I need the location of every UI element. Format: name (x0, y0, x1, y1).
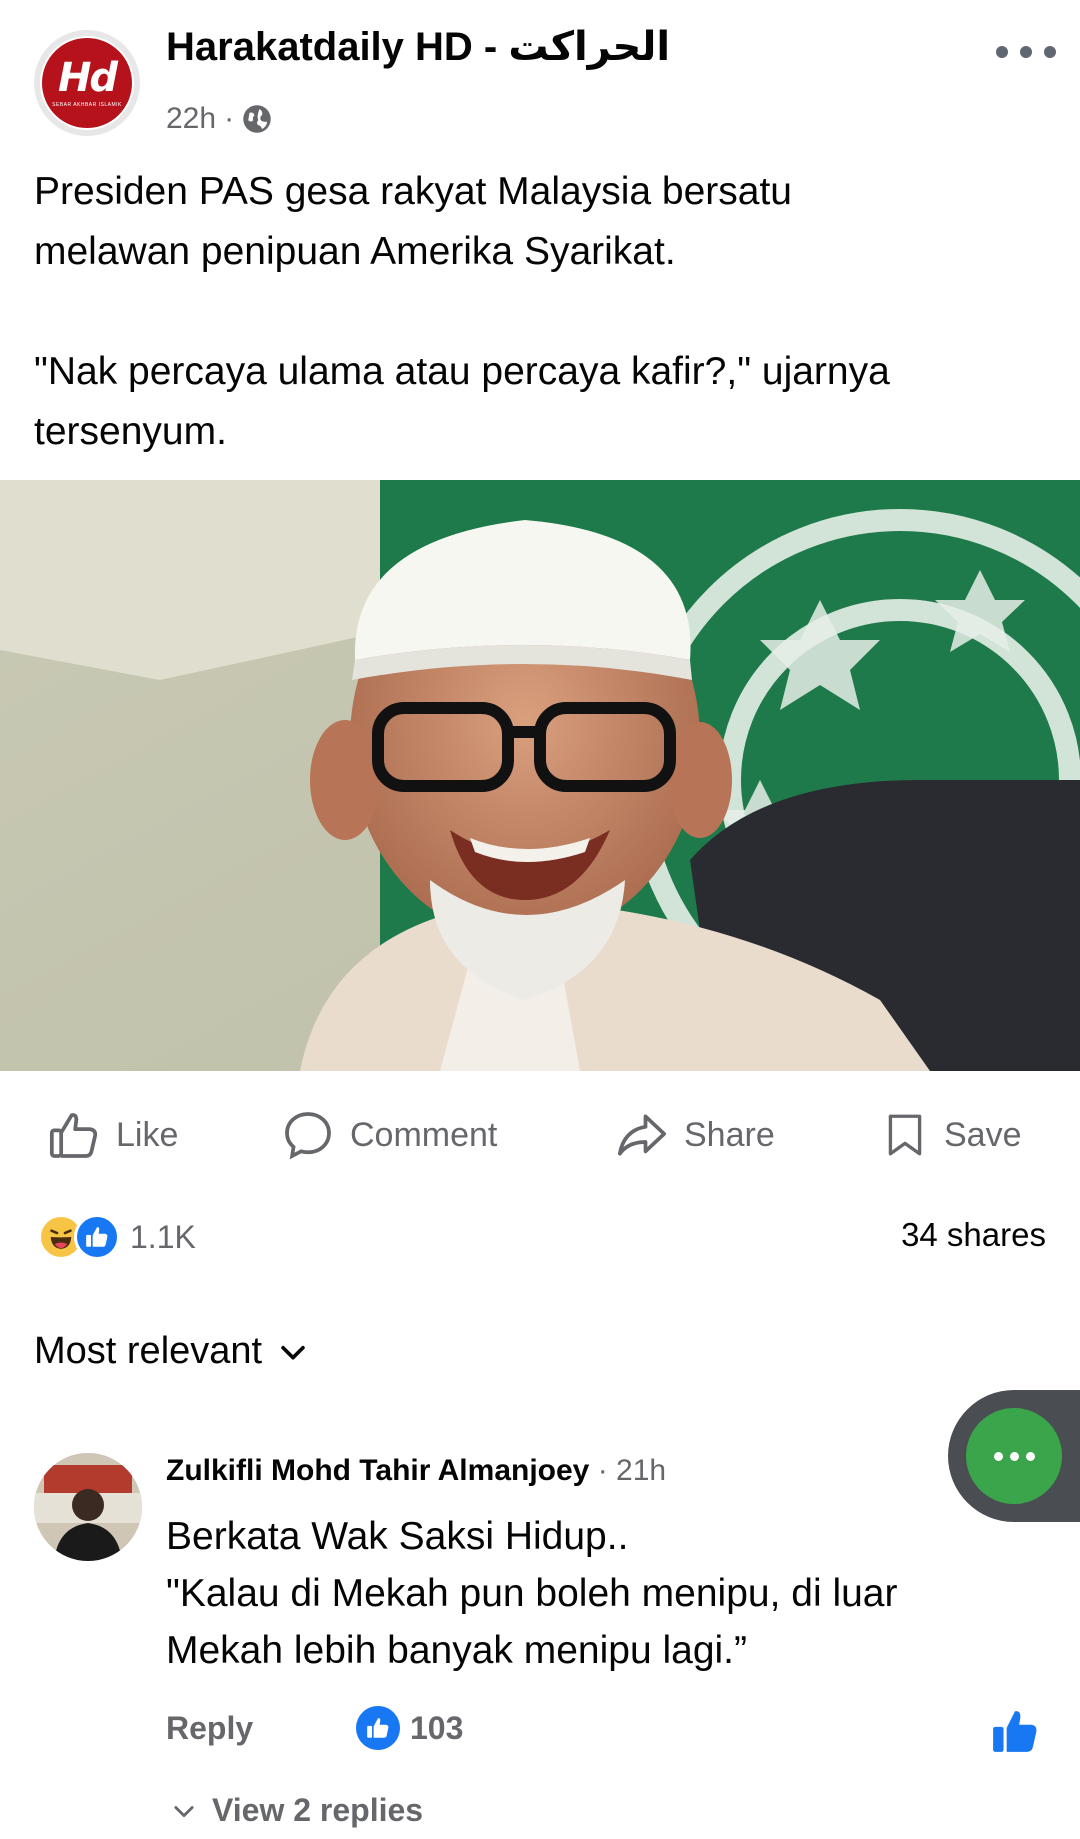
comment-sort-label: Most relevant (34, 1330, 263, 1372)
view-replies-link[interactable]: View 2 replies (170, 1792, 423, 1829)
post-text-paragraph-2: "Nak percaya ulama atau percaya kafir?,"… (34, 350, 890, 453)
share-label: Share (684, 1115, 775, 1154)
save-label: Save (944, 1115, 1022, 1154)
post-photo[interactable] (0, 480, 1080, 1071)
comment-author[interactable]: Zulkifli Mohd Tahir Almanjoey (166, 1454, 589, 1487)
like-label: Like (116, 1115, 179, 1154)
comment-body: Berkata Wak Saksi Hidup.. "Kalau di Meka… (166, 1515, 898, 1672)
post-actions-bar: Like Comment Share Save (0, 1100, 1080, 1170)
comment-like-button[interactable] (990, 1706, 1040, 1761)
comment-time[interactable]: · 21h (598, 1454, 666, 1487)
comment-author-line: Zulkifli Mohd Tahir Almanjoey · 21h (166, 1454, 666, 1488)
page-avatar[interactable]: Hd SEBAR AKHBAR ISLAMIK (34, 30, 140, 136)
post-text: Presiden PAS gesa rakyat Malaysia bersat… (34, 162, 1044, 462)
thumbs-up-filled-icon (993, 1711, 1037, 1752)
post-text-paragraph-1: Presiden PAS gesa rakyat Malaysia bersat… (34, 170, 792, 273)
reply-button[interactable]: Reply (166, 1710, 253, 1747)
share-button[interactable]: Share (614, 1100, 775, 1170)
reaction-count: 1.1K (130, 1218, 196, 1255)
bookmark-icon (888, 1114, 922, 1156)
comment-like-count: 103 (410, 1709, 464, 1746)
more-chat-icon[interactable] (966, 1408, 1062, 1504)
comment-reactions[interactable]: 103 (356, 1706, 463, 1750)
reaction-summary[interactable]: 1.1K (38, 1214, 196, 1260)
comment-button[interactable]: Comment (280, 1100, 497, 1170)
view-replies-label: View 2 replies (212, 1792, 424, 1828)
like-button[interactable]: Like (46, 1100, 178, 1170)
page-name[interactable]: Harakatdaily HD - الحراكت (166, 24, 670, 70)
chevron-down-icon (281, 1345, 305, 1360)
globe-icon (243, 105, 271, 133)
comment-sort-dropdown[interactable]: Most relevant (34, 1330, 310, 1373)
save-button[interactable]: Save (880, 1100, 1022, 1170)
commenter-avatar[interactable] (34, 1453, 142, 1561)
harakatdaily-logo: Hd SEBAR AKHBAR ISLAMIK (40, 36, 134, 130)
share-count[interactable]: 34 shares (901, 1216, 1046, 1254)
like-icon (74, 1214, 120, 1260)
post-time[interactable]: 22h (166, 102, 216, 136)
like-reaction-icon (356, 1706, 400, 1750)
thumbs-up-icon (49, 1113, 98, 1158)
chevron-down-icon (174, 1805, 194, 1817)
post-meta: 22h · (166, 102, 272, 136)
comment-bubble-icon (285, 1112, 331, 1160)
meta-separator: · (224, 102, 235, 135)
comment-label: Comment (350, 1115, 498, 1154)
more-options-icon[interactable] (996, 40, 1056, 64)
comment-actions: Reply 103 (166, 1706, 463, 1750)
share-arrow-icon (617, 1114, 667, 1156)
